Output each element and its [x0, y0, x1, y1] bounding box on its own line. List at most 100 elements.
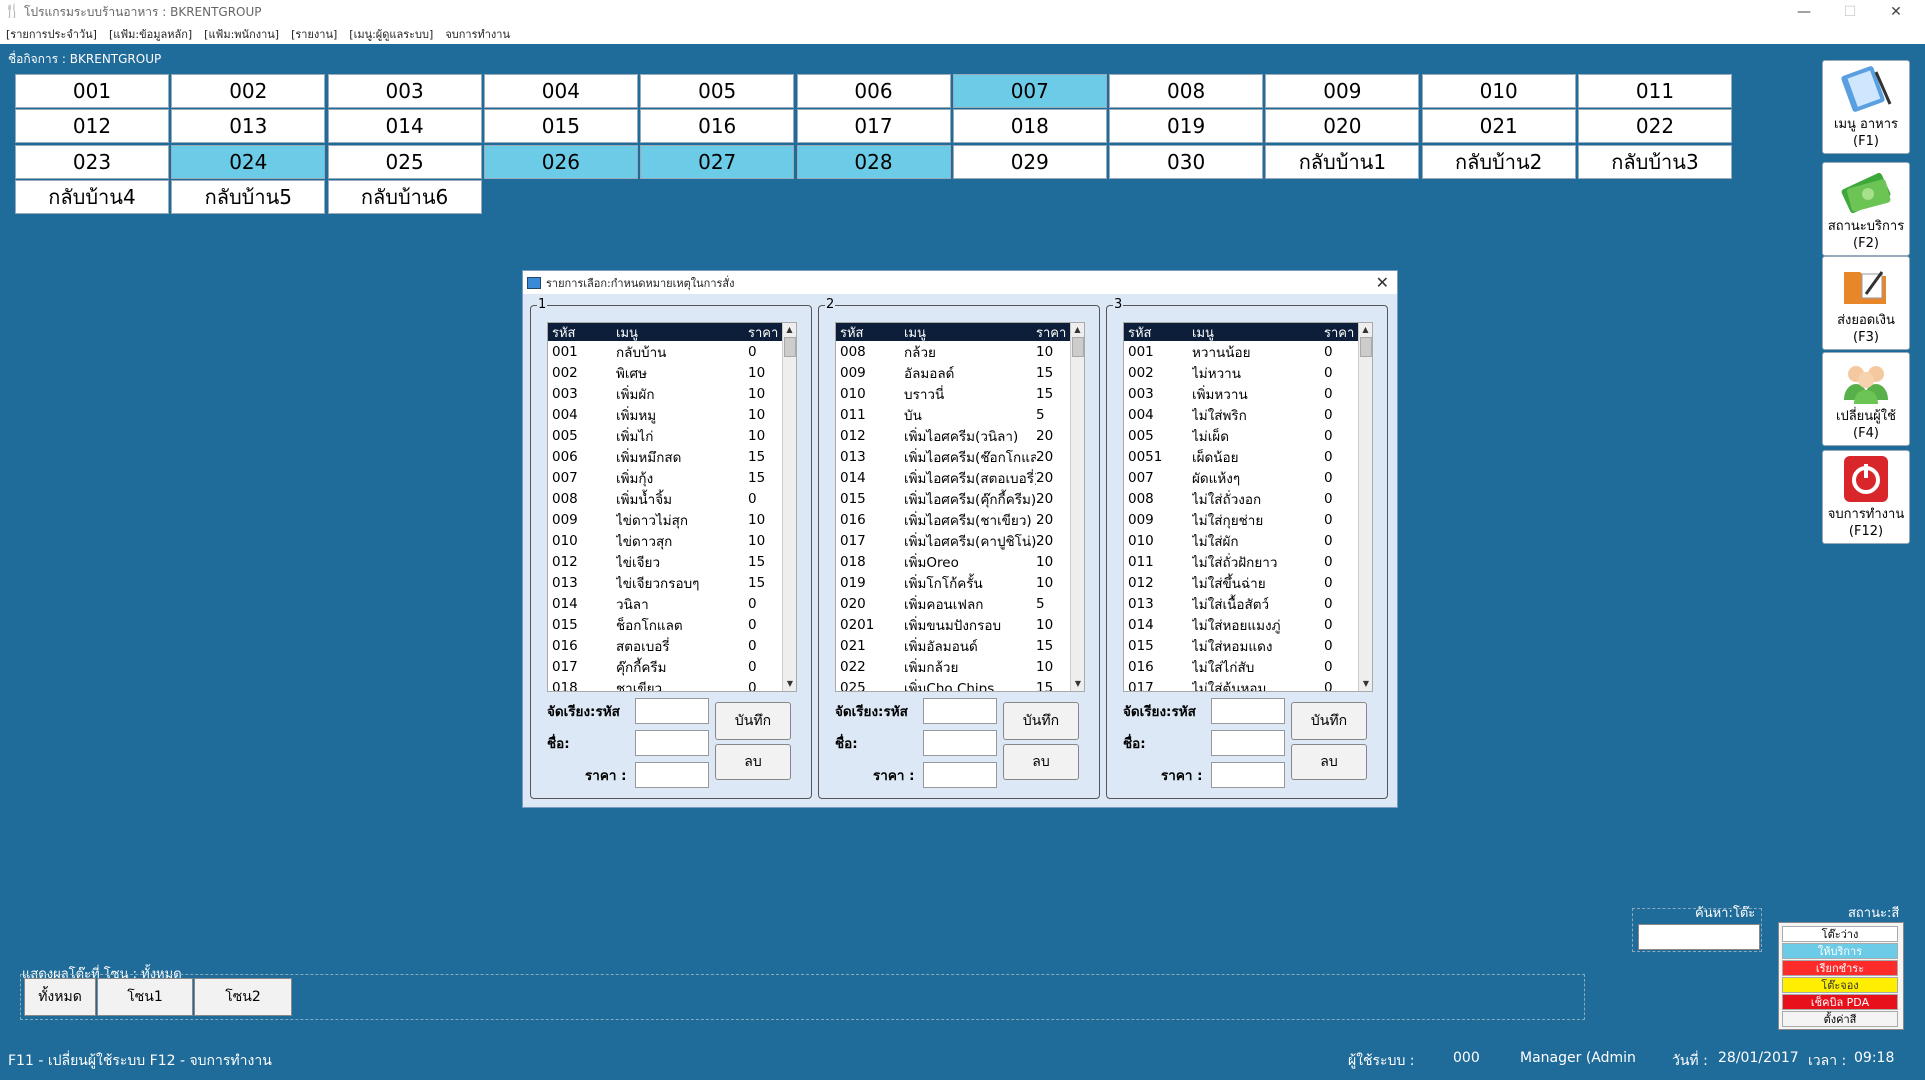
- table-button[interactable]: 001: [15, 74, 169, 108]
- list-item[interactable]: 014 ไม่ใส่หอยแมงภู่ 0: [1124, 614, 1372, 635]
- notes-listview[interactable]: รหัส เมนู ราคา 001 หวานน้อย 0 002 ไม่หวาน 0 003 เพ…: [1123, 322, 1373, 692]
- zone-2-button[interactable]: โซน2: [194, 978, 292, 1016]
- header-menu[interactable]: เมนู: [1192, 323, 1324, 343]
- menu-exit[interactable]: จบการทำงาน: [445, 25, 510, 43]
- list-item[interactable]: 015 ช็อกโกแลต 0: [548, 614, 796, 635]
- table-button[interactable]: 029: [952, 144, 1107, 179]
- list-item[interactable]: 003 เพิ่มหวาน 0: [1124, 383, 1372, 404]
- table-button[interactable]: 030: [1109, 144, 1264, 179]
- list-item[interactable]: 013 เพิ่มไอศครีม(ช๊อกโกแลต)20: [836, 446, 1084, 467]
- menu-master-data[interactable]: [แฟ้ม:ข้อมูลหลัก]: [109, 25, 192, 43]
- delete-button[interactable]: ลบ: [1291, 744, 1367, 780]
- table-button[interactable]: 002: [171, 74, 326, 108]
- list-item[interactable]: 011 บัน 5: [836, 404, 1084, 425]
- table-button[interactable]: กลับบ้าน4: [15, 179, 169, 214]
- table-button[interactable]: 004: [483, 74, 638, 108]
- close-icon[interactable]: ✕: [1376, 273, 1389, 292]
- code-input[interactable]: [1211, 698, 1285, 724]
- list-scrollbar[interactable]: ▲ ▼: [1358, 323, 1372, 691]
- save-button[interactable]: บันทึก: [715, 702, 791, 740]
- list-item[interactable]: 008 กล้วย 10: [836, 341, 1084, 362]
- table-button[interactable]: 013: [171, 109, 326, 144]
- list-item[interactable]: 008 เพิ่มน้ำจิ้ม 0: [548, 488, 796, 509]
- list-item[interactable]: 019 เพิ่มโกโก้ครั้น 10: [836, 572, 1084, 593]
- scroll-down-icon[interactable]: ▼: [1359, 677, 1372, 691]
- list-item[interactable]: 007 ผัดแห้งๆ 0: [1124, 467, 1372, 488]
- table-search-input[interactable]: [1638, 924, 1760, 950]
- table-button[interactable]: 027: [640, 144, 795, 179]
- list-item[interactable]: 001 กลับบ้าน 0: [548, 341, 796, 362]
- name-input[interactable]: [1211, 730, 1285, 756]
- list-item[interactable]: 009 ไม่ใส่กุยช่าย 0: [1124, 509, 1372, 530]
- price-input[interactable]: [1211, 762, 1285, 788]
- list-item[interactable]: 005 ไม่เผ็ด 0: [1124, 425, 1372, 446]
- list-item[interactable]: 022 เพิ่มกล้วย 10: [836, 656, 1084, 677]
- zone-1-button[interactable]: โซน1: [97, 978, 193, 1016]
- scroll-up-icon[interactable]: ▲: [783, 323, 796, 337]
- close-window-button[interactable]: ✕: [1873, 0, 1919, 24]
- list-item[interactable]: 014 เพิ่มไอศครีม(สตอเบอรี่) 20: [836, 467, 1084, 488]
- header-price[interactable]: ราคา: [1036, 323, 1072, 343]
- table-button[interactable]: 006: [796, 74, 951, 108]
- name-input[interactable]: [923, 730, 997, 756]
- scroll-thumb[interactable]: [1360, 337, 1372, 357]
- code-input[interactable]: [635, 698, 709, 724]
- delete-button[interactable]: ลบ: [1003, 744, 1079, 780]
- list-item[interactable]: 010 ไม่ใส่ผัก 0: [1124, 530, 1372, 551]
- scroll-thumb[interactable]: [1072, 337, 1084, 357]
- table-button[interactable]: 003: [327, 74, 482, 108]
- list-item[interactable]: 012 เพิ่มไอศครีม(วนิลา) 20: [836, 425, 1084, 446]
- side-button-f2[interactable]: สถานะบริการ (F2): [1822, 162, 1910, 256]
- table-button[interactable]: 018: [952, 109, 1107, 144]
- scroll-down-icon[interactable]: ▼: [783, 677, 796, 691]
- table-button[interactable]: 025: [327, 144, 482, 179]
- price-input[interactable]: [635, 762, 709, 788]
- maximize-button[interactable]: ☐: [1827, 0, 1873, 24]
- list-item[interactable]: 0201 เพิ่มขนมปังกรอบ 10: [836, 614, 1084, 635]
- list-item[interactable]: 002 ไม่หวาน 0: [1124, 362, 1372, 383]
- save-button[interactable]: บันทึก: [1291, 702, 1367, 740]
- list-item[interactable]: 010 บราวนี่ 15: [836, 383, 1084, 404]
- table-button[interactable]: 012: [15, 109, 169, 144]
- header-code[interactable]: รหัส: [548, 323, 616, 343]
- menu-employees[interactable]: [แฟ้ม:พนักงาน]: [204, 25, 279, 43]
- header-menu[interactable]: เมนู: [616, 323, 748, 343]
- list-item[interactable]: 015 ไม่ใส่หอมแดง 0: [1124, 635, 1372, 656]
- table-button[interactable]: กลับบ้าน1: [1265, 144, 1420, 179]
- price-input[interactable]: [923, 762, 997, 788]
- list-scrollbar[interactable]: ▲ ▼: [1070, 323, 1084, 691]
- table-button[interactable]: 026: [483, 144, 638, 179]
- legend-item[interactable]: ตั้งค่าสี: [1782, 1011, 1898, 1027]
- header-menu[interactable]: เมนู: [904, 323, 1036, 343]
- side-button-f4[interactable]: เปลี่ยนผู้ใช้ (F4): [1822, 352, 1910, 446]
- list-item[interactable]: 004 ไม่ใส่พริก 0: [1124, 404, 1372, 425]
- list-item[interactable]: 001 หวานน้อย 0: [1124, 341, 1372, 362]
- scroll-thumb[interactable]: [784, 337, 796, 357]
- list-item[interactable]: 002 พิเศษ 10: [548, 362, 796, 383]
- table-button[interactable]: กลับบ้าน3: [1578, 144, 1732, 179]
- menu-reports[interactable]: [รายงาน]: [291, 25, 337, 43]
- header-price[interactable]: ราคา: [748, 323, 784, 343]
- header-code[interactable]: รหัส: [1124, 323, 1192, 343]
- table-button[interactable]: 014: [327, 109, 482, 144]
- list-item[interactable]: 021 เพิ่มอัลมอนด์ 15: [836, 635, 1084, 656]
- notes-listview[interactable]: รหัส เมนู ราคา 001 กลับบ้าน 0 002 พิเศษ 10 003 เพิ…: [547, 322, 797, 692]
- list-item[interactable]: 020 เพิ่มคอนเฟลก 5: [836, 593, 1084, 614]
- list-item[interactable]: 025 เพิ่มCho Chips 15: [836, 677, 1084, 692]
- list-item[interactable]: 017 คุ๊กกี้ครีม 0: [548, 656, 796, 677]
- list-item[interactable]: 006 เพิ่มหมึกสด 15: [548, 446, 796, 467]
- table-button[interactable]: 007: [952, 74, 1107, 108]
- table-button[interactable]: 028: [796, 144, 951, 179]
- list-item[interactable]: 014 วนิลา 0: [548, 593, 796, 614]
- list-item[interactable]: 011 ไม่ใส่ถั่วฝักยาว 0: [1124, 551, 1372, 572]
- list-item[interactable]: 007 เพิ่มกุ้ง 15: [548, 467, 796, 488]
- list-item[interactable]: 017 เพิ่มไอศครีม(คาปูชิโน่) 20: [836, 530, 1084, 551]
- table-button[interactable]: 009: [1265, 74, 1420, 108]
- notes-listview[interactable]: รหัส เมนู ราคา 008 กล้วย 10 009 อัลมอลด์ 15 010 บร…: [835, 322, 1085, 692]
- table-button[interactable]: 017: [796, 109, 951, 144]
- list-item[interactable]: 018 ชาเขียว 0: [548, 677, 796, 692]
- zone-all-button[interactable]: ทั้งหมด: [24, 978, 96, 1016]
- list-item[interactable]: 010 ไข่ดาวสุก 10: [548, 530, 796, 551]
- list-item[interactable]: 016 สตอเบอรี่ 0: [548, 635, 796, 656]
- list-item[interactable]: 013 ไม่ใส่เนื้อสัตว์ 0: [1124, 593, 1372, 614]
